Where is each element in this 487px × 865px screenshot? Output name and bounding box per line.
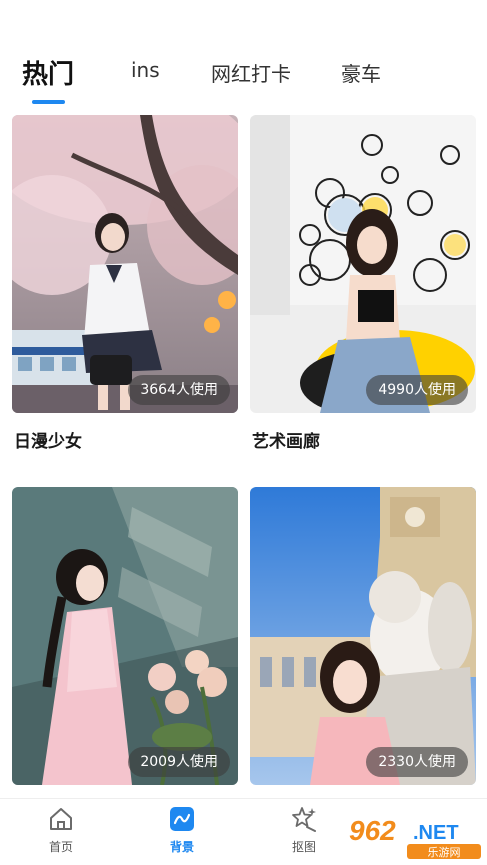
template-card-1[interactable]: 3664人使用 日漫少女: [12, 115, 238, 452]
angel-statue-photo: [250, 487, 476, 785]
hanfu-portrait-photo: [12, 487, 238, 785]
watermark-brand: 962: [349, 815, 396, 846]
tab-ins[interactable]: ins: [131, 58, 160, 82]
template-thumbnail[interactable]: 4990人使用: [250, 115, 476, 413]
template-card-3[interactable]: 2009人使用: [12, 487, 238, 785]
cherry-blossom-photo: [12, 115, 238, 413]
background-icon: [170, 807, 194, 831]
template-card-2[interactable]: 4990人使用 艺术画廊: [250, 115, 476, 452]
nav-background-label: 背景: [169, 840, 194, 854]
template-title: 艺术画廊: [252, 432, 320, 452]
nav-home[interactable]: 首页: [31, 805, 91, 855]
template-thumbnail[interactable]: 3664人使用: [12, 115, 238, 413]
watermark-caption: 乐游网: [428, 846, 461, 859]
tab-hot[interactable]: 热门: [22, 54, 74, 91]
template-thumbnail[interactable]: 2009人使用: [12, 487, 238, 785]
active-tab-indicator: [32, 100, 65, 104]
template-card-4[interactable]: 2330人使用: [250, 487, 476, 785]
tab-influencer-spots[interactable]: 网红打卡: [211, 58, 291, 87]
category-tabs: 热门 ins 网红打卡 豪车: [0, 58, 487, 108]
usage-count-badge: 2009人使用: [128, 747, 230, 777]
site-watermark-logo: 962 .NET 乐游网: [349, 815, 481, 859]
tab-luxury-cars[interactable]: 豪车: [341, 58, 381, 87]
cutout-icon: [292, 807, 316, 832]
template-title: 日漫少女: [14, 432, 82, 452]
nav-cutout-label: 抠图: [291, 840, 316, 854]
nav-cutout[interactable]: 抠图: [274, 805, 334, 855]
home-icon: [50, 808, 72, 830]
nav-background[interactable]: 背景: [152, 805, 212, 855]
usage-count-badge: 4990人使用: [366, 375, 468, 405]
watermark-suffix: .NET: [413, 822, 459, 844]
usage-count-badge: 2330人使用: [366, 747, 468, 777]
template-thumbnail[interactable]: 2330人使用: [250, 487, 476, 785]
nav-home-label: 首页: [48, 840, 73, 854]
usage-count-badge: 3664人使用: [128, 375, 230, 405]
art-gallery-photo: [250, 115, 476, 413]
